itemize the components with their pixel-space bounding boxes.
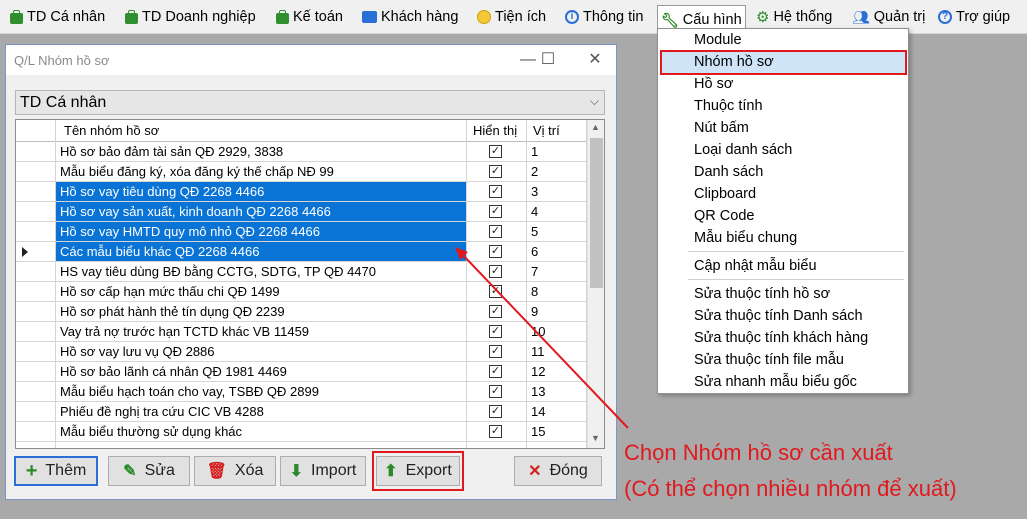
annotation-line-2: (Có thể chọn nhiều nhóm để xuất) [624, 476, 957, 501]
annotation-line-1: Chọn Nhóm hồ sơ cần xuất [624, 440, 893, 465]
annotation-arrow-line [461, 253, 629, 429]
